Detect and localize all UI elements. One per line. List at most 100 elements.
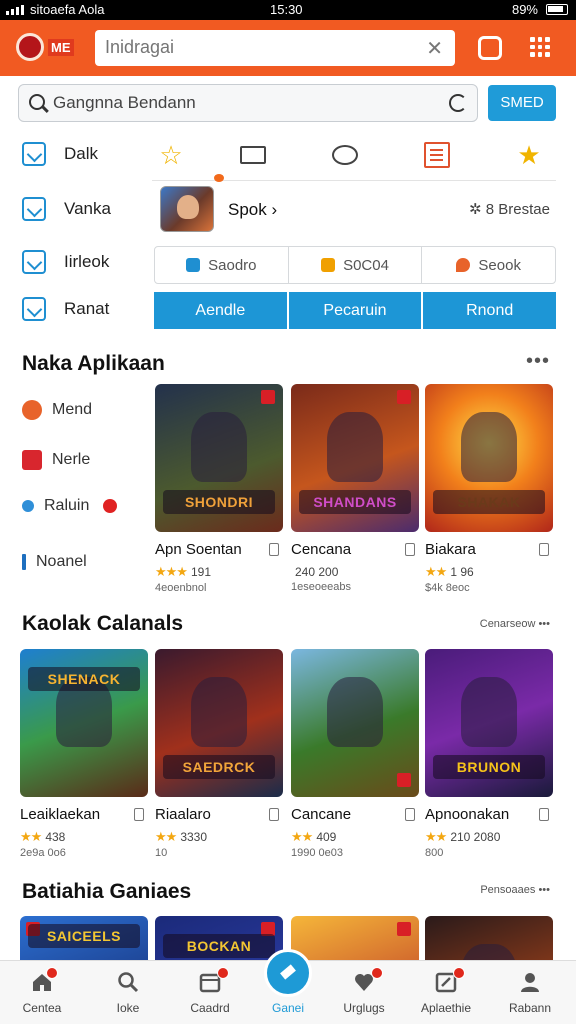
game-card[interactable]: SHANDANS Cencana 240 200 1eseoeeabs — [291, 384, 419, 593]
nav-games[interactable]: Ganei — [252, 949, 324, 1024]
logo-mark-icon — [16, 33, 44, 61]
segment-option[interactable]: Seook — [422, 247, 555, 283]
person-icon — [521, 973, 539, 992]
game-title: Biakara — [425, 541, 476, 558]
sidebar-item-ranat[interactable]: Ranat — [22, 297, 109, 321]
badge-icon — [397, 922, 411, 936]
character-figure — [461, 412, 517, 482]
download-icon[interactable] — [269, 808, 279, 821]
game-card[interactable]: BRUNON Apnoonakan ★★ 210 2080 800 — [425, 649, 553, 859]
nav-apps[interactable]: Aplaethie — [410, 961, 482, 1024]
download-icon[interactable] — [539, 543, 549, 556]
game-subtext: 4eoenbnol — [155, 582, 207, 594]
nav-calendar[interactable]: Caadrd — [174, 961, 246, 1024]
category-item[interactable]: Raluin — [22, 497, 118, 515]
pinwheel-icon — [186, 258, 201, 272]
section-title: Batiahia Ganiaes — [22, 880, 192, 903]
sidebar-item-iirleok[interactable]: Iirleok — [22, 250, 109, 274]
signal-icon — [6, 5, 24, 15]
nav-profile[interactable]: Rabann — [494, 961, 566, 1024]
game-subtext: 800 — [425, 847, 444, 859]
art-title: BOCKAN — [163, 934, 275, 958]
badge-icon — [397, 773, 411, 787]
star-filled-icon[interactable]: ★ — [516, 142, 542, 168]
search-bar[interactable]: Gangnna Bendann — [18, 84, 478, 122]
bookmark-icon — [22, 142, 46, 166]
rating-value: 438 — [45, 830, 66, 844]
sidebar-item-label: Ranat — [64, 299, 110, 318]
search-icon — [29, 94, 45, 110]
star-icon[interactable]: ☆ — [158, 142, 184, 168]
game-card[interactable]: Cancane ★★ 409 1990 0e03 — [291, 649, 419, 859]
category-item[interactable]: Mend — [22, 400, 92, 420]
search-submit-button[interactable]: SMED — [488, 85, 556, 121]
app-thumbnail — [160, 186, 214, 232]
download-icon[interactable] — [405, 808, 415, 821]
rating-value: 409 — [316, 830, 337, 844]
nav-label: Rabann — [508, 1001, 552, 1015]
battery-percent: 89% — [511, 2, 538, 17]
see-all-link[interactable]: Cenarseow ••• — [480, 618, 550, 630]
game-card[interactable]: SHONDRI Apn Soentan ★★★ 191 4eoenbnol — [155, 384, 283, 594]
character-figure — [191, 412, 247, 482]
featured-app-row[interactable]: Spok › ✲ 8 Brestae — [160, 174, 556, 232]
shopping-bag-icon[interactable] — [478, 36, 502, 60]
rating-stars: ★★ — [425, 564, 447, 579]
art-title: SAICEELS — [28, 924, 140, 948]
top-app-bar: ME ✕ — [0, 20, 576, 76]
refresh-icon[interactable] — [449, 94, 467, 112]
notification-badge — [46, 967, 58, 979]
apps-grid-icon[interactable] — [530, 37, 550, 57]
game-card[interactable]: SAEDRCK Riaalaro ★★ 3330 10 — [155, 649, 283, 859]
sidebar-item-label: Iirleok — [64, 252, 110, 271]
app-logo[interactable]: ME — [16, 32, 78, 62]
nav-favorites[interactable]: Urglugs — [328, 961, 400, 1024]
chat-bubble-icon[interactable] — [332, 145, 358, 165]
category-icon — [22, 554, 26, 570]
segment-option[interactable]: S0C04 — [289, 247, 423, 283]
game-title: Apnoonakan — [425, 806, 510, 823]
nav-home[interactable]: Centea — [6, 961, 78, 1024]
category-label: Nerle — [52, 451, 91, 468]
character-figure — [327, 677, 383, 747]
download-icon[interactable] — [269, 543, 279, 556]
mail-icon[interactable] — [240, 146, 266, 164]
sidebar-item-vanka[interactable]: Vanka — [22, 197, 111, 221]
game-card[interactable]: SHAKAK Biakara ★★ 1 96 $4k 8eoc — [425, 384, 553, 594]
document-icon[interactable] — [424, 142, 450, 168]
rating-value: 191 — [190, 565, 211, 579]
category-item[interactable]: Noanel — [22, 553, 87, 571]
character-figure — [461, 677, 517, 747]
section-title: Naka Aplikaan — [22, 352, 165, 375]
download-icon[interactable] — [405, 543, 415, 556]
more-options-icon[interactable]: ••• — [526, 350, 550, 373]
top-search-input[interactable] — [95, 30, 395, 64]
clear-icon[interactable]: ✕ — [426, 36, 443, 61]
category-label: Noanel — [36, 553, 87, 570]
tab-pecaruin[interactable]: Pecaruin — [288, 292, 422, 329]
segment-label: Seook — [478, 256, 521, 274]
bottom-navigation: Centea Ioke Caadrd Ganei Urglugs Aplaeth… — [0, 949, 576, 1024]
game-title: Cencana — [291, 541, 352, 558]
tab-rnond[interactable]: Rnond — [423, 292, 557, 329]
game-card[interactable]: SHENACK Leaiklaekan ★★ 438 2e9a 0o6 — [20, 649, 148, 859]
segment-option[interactable]: Saodro — [155, 247, 289, 283]
download-icon[interactable] — [539, 808, 549, 821]
category-item[interactable]: Nerle — [22, 450, 90, 470]
nav-label: Caadrd — [190, 1001, 230, 1015]
rating-stars: ★★ — [291, 829, 313, 844]
tab-aendle[interactable]: Aendle — [154, 292, 287, 329]
art-title: SHAKAK — [433, 490, 545, 514]
see-all-link[interactable]: Pensoaaes ••• — [480, 884, 550, 896]
sidebar-item-label: Vanka — [64, 199, 111, 218]
badge-icon — [261, 390, 275, 404]
game-subtext: 2e9a 0o6 — [20, 847, 66, 859]
status-bar: sitoaefa Aola 15:30 89% — [0, 0, 576, 20]
game-subtext: $4k 8eoc — [425, 582, 470, 594]
rating-value: 210 2080 — [450, 830, 501, 844]
download-icon[interactable] — [134, 808, 144, 821]
badge-icon — [397, 390, 411, 404]
sidebar-item-dalk[interactable]: Dalk — [22, 142, 98, 166]
art-title: SHONDRI — [163, 490, 275, 514]
nav-search[interactable]: Ioke — [92, 961, 164, 1024]
